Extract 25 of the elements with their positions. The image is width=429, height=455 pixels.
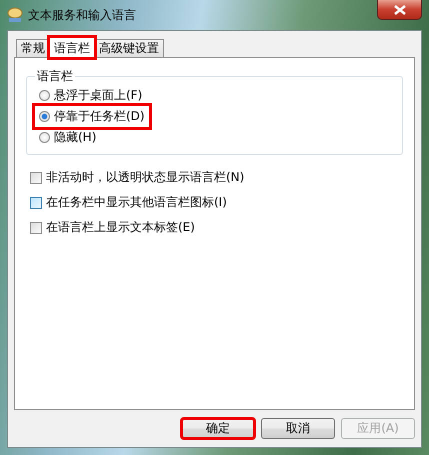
radio-button[interactable] — [39, 132, 50, 143]
checkbox[interactable] — [30, 196, 42, 208]
close-button[interactable] — [377, 0, 422, 20]
radio-option[interactable]: 悬浮于桌面上(F) — [35, 85, 146, 106]
group-title: 语言栏 — [36, 68, 74, 85]
checkbox-label: 在语言栏上显示文本标签(E) — [46, 219, 195, 236]
tab[interactable]: 常规 — [16, 39, 50, 57]
checkbox-label: 非活动时，以透明状态显示语言栏(N) — [46, 169, 244, 186]
checkbox-label: 在任务栏中显示其他语言栏图标(I) — [46, 194, 227, 211]
radio-button[interactable] — [39, 90, 50, 101]
dialog-button[interactable]: 取消 — [261, 418, 335, 439]
tab[interactable]: 高级键设置 — [94, 39, 164, 57]
radio-option[interactable]: 隐藏(H) — [35, 127, 100, 148]
speech-bubble-icon — [7, 7, 23, 23]
radio-option[interactable]: 停靠于任务栏(D) — [35, 106, 149, 127]
dialog-button[interactable]: 确定 — [181, 418, 255, 439]
radio-label: 悬浮于桌面上(F) — [54, 87, 142, 104]
tab[interactable]: 语言栏 — [49, 37, 95, 58]
window-title: 文本服务和输入语言 — [28, 6, 136, 24]
radio-button[interactable] — [39, 111, 50, 122]
close-icon — [394, 4, 406, 14]
radio-label: 停靠于任务栏(D) — [54, 108, 145, 125]
checkbox[interactable] — [30, 222, 42, 234]
checkbox[interactable] — [30, 172, 42, 184]
radio-label: 隐藏(H) — [54, 129, 96, 146]
